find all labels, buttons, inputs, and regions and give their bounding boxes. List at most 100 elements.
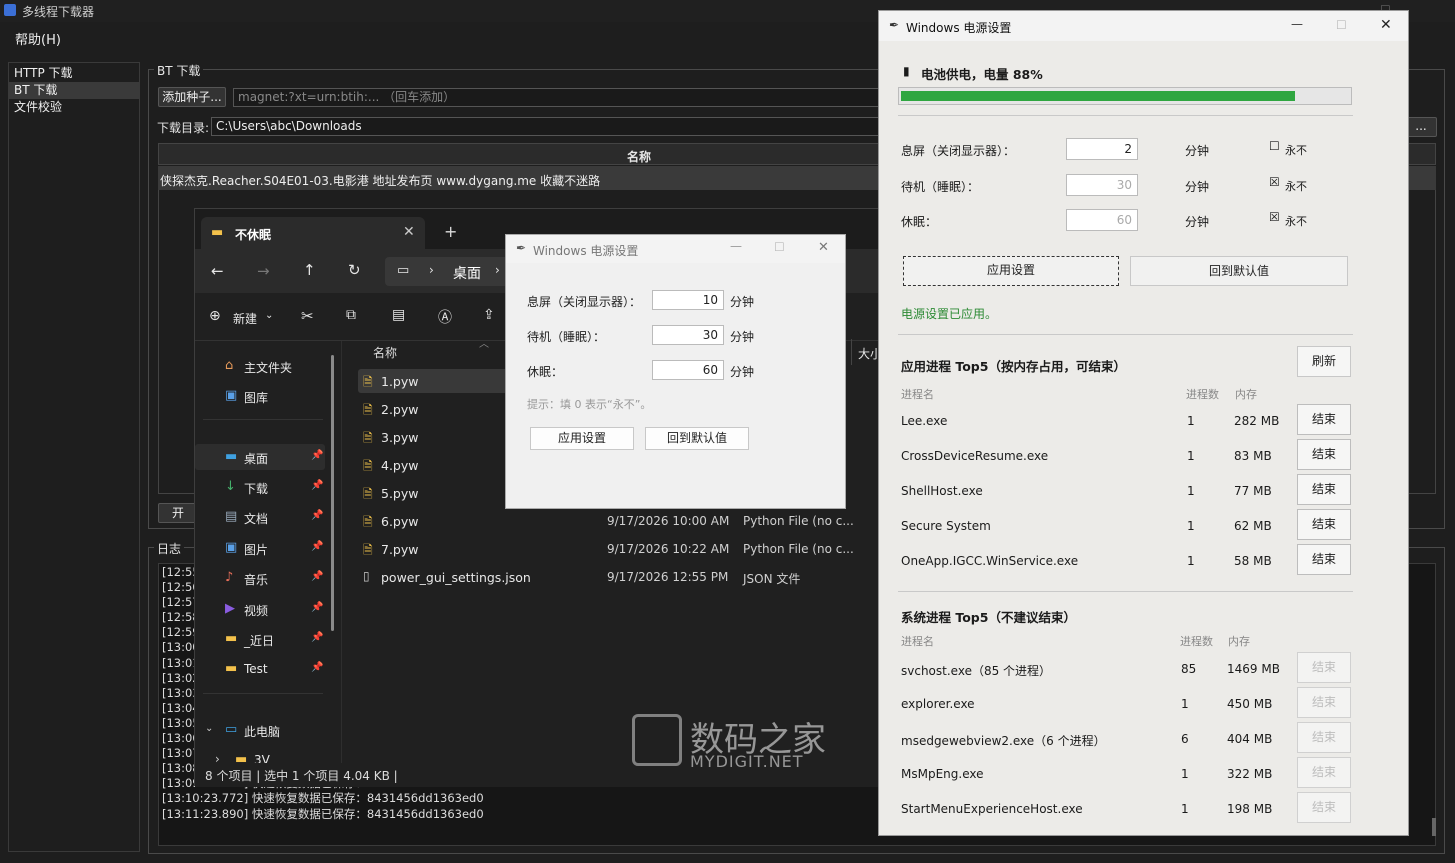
file-icon: 🗎 [363,543,373,557]
process-count: 1 [1181,802,1189,816]
cut-icon[interactable]: ✂ [301,307,314,325]
power-settings-window: ✒ Windows 电源设置 — ☐ ✕ ▮ 电池供电，电量 88% 息屏（关闭… [878,10,1409,836]
file-name: 1.pyw [381,374,419,389]
bt-group-label: BT 下载 [154,62,204,79]
folder-icon: ▬ [225,631,238,646]
add-seed-button[interactable]: 添加种子... [158,87,226,107]
pin-icon[interactable]: 📌 [311,632,323,643]
feather-icon: ✒ [516,241,527,255]
small-standby-input[interactable]: 30 [652,325,724,345]
small-hibernate-input[interactable]: 60 [652,360,724,380]
file-icon: 🗎 [363,515,373,529]
maximize-icon[interactable]: ☐ [774,240,785,254]
small-reset-button[interactable]: 回到默认值 [645,427,749,450]
process-name: ShellHost.exe [901,484,983,498]
new-button[interactable]: 新建 [233,310,257,327]
nav-http[interactable]: HTTP 下载 [9,65,139,82]
end-process-button[interactable]: 结束 [1297,687,1351,718]
new-icon[interactable]: ⊕ [209,308,221,324]
start-button[interactable]: 开 [158,503,198,523]
file-name: 4.pyw [381,458,419,473]
pin-icon[interactable]: 📌 [311,662,323,673]
close-icon[interactable]: ✕ [1380,17,1392,33]
file-row[interactable]: ▯ power_gui_settings.json 9/17/2026 12:55 … [195,565,895,589]
file-name: 5.pyw [381,486,419,501]
reset-button[interactable]: 回到默认值 [1130,256,1348,286]
app-section-header: 应用进程 Top5（按内存占用，可结束） [901,359,1126,374]
file-date: 9/17/2026 10:22 AM [607,542,730,556]
browse-button[interactable]: ... [1405,117,1437,137]
screen-input[interactable]: 2 [1066,138,1138,160]
process-memory: 62 MB [1234,519,1272,533]
menu-help[interactable]: 帮助(H) [15,29,61,48]
small-screen-input[interactable]: 10 [652,290,724,310]
back-icon[interactable]: ← [211,262,224,280]
up-icon[interactable]: ↑ [303,261,316,279]
close-icon[interactable]: ✕ [818,240,829,255]
sidebar-item-label: 视频 [244,604,269,618]
col-name-header[interactable]: 名称 [373,344,397,361]
chevron-down-icon[interactable]: ⌄ [205,723,213,734]
explorer-tab[interactable]: ▬ 不休眠 ✕ [201,217,425,249]
log-scrollbar[interactable] [1432,818,1436,836]
end-process-button[interactable]: 结束 [1297,544,1351,575]
new-tab-icon[interactable]: + [444,222,457,241]
file-date: 9/17/2026 12:55 PM [607,570,729,584]
paste-icon[interactable]: ▤ [392,307,405,323]
forward-icon[interactable]: → [257,262,270,280]
close-tab-icon[interactable]: ✕ [403,224,415,240]
maximize-icon[interactable]: ☐ [1336,18,1347,32]
unit: 分钟 [1185,180,1210,194]
small-screen-label: 息屏（关闭显示器）： [527,295,642,309]
process-count: 85 [1181,662,1197,676]
end-process-button[interactable]: 结束 [1297,439,1351,470]
chevron-down-icon: ⌄ [265,310,274,321]
file-row[interactable]: 🗎 7.pyw 9/17/2026 10:22 AM Python File (no … [195,537,895,561]
small-hint: 提示：填 0 表示“永不”。 [527,398,652,411]
sidebar-item[interactable]: ▬ _近日 📌 [195,626,325,652]
minimize-icon[interactable]: — [1291,17,1303,31]
file-icon: 🗎 [363,403,373,417]
dir-input[interactable]: C:\Users\abc\Downloads [211,117,891,136]
watermark-logo [632,714,682,766]
small-apply-button[interactable]: 应用设置 [530,427,634,450]
folder-icon: ▬ [225,661,238,676]
end-process-button[interactable]: 结束 [1297,652,1351,683]
sidebar-item[interactable]: ▬ Test 📌 [195,656,325,682]
process-name: msedgewebview2.exe（6 个进程） [901,734,1106,748]
nav-verify[interactable]: 文件校验 [9,99,139,116]
sidebar-item[interactable]: ▭ 此电脑 ⌄ [195,717,325,743]
minimize-icon[interactable]: — [730,239,742,253]
end-process-button[interactable]: 结束 [1297,474,1351,505]
end-process-button[interactable]: 结束 [1297,722,1351,753]
power-title-bar: ✒ Windows 电源设置 — ☐ ✕ [879,11,1408,41]
share-icon[interactable]: ⇪ [483,307,495,323]
file-icon: 🗎 [363,375,373,389]
refresh-icon[interactable]: ↻ [348,261,361,279]
refresh-button[interactable]: 刷新 [1297,346,1351,377]
hibernate-input[interactable]: 60 [1066,209,1138,231]
app-icon [4,4,16,16]
nav-bt[interactable]: BT 下载 [9,82,139,99]
screen-never-checkbox[interactable]: ☐ [1269,139,1280,153]
file-row[interactable]: 🗎 6.pyw 9/17/2026 10:00 AM Python File (no … [195,509,895,533]
rename-icon[interactable]: Ⓐ [438,307,452,327]
end-process-button[interactable]: 结束 [1297,404,1351,435]
never-label: 永不 [1285,180,1307,193]
standby-never-checkbox[interactable]: ☒ [1269,175,1280,189]
row-name: 侠探杰克.Reacher.S04E01-03.电影港 地址发布页 www.dyg… [160,174,601,188]
copy-icon[interactable]: ⧉ [346,307,356,323]
hibernate-never-checkbox[interactable]: ☒ [1269,210,1280,224]
end-process-button[interactable]: 结束 [1297,792,1351,823]
file-icon: 🗎 [363,487,373,501]
apply-button[interactable]: 应用设置 [903,256,1119,286]
file-type: JSON 文件 [743,572,801,586]
sort-up-icon: ︿ [479,339,489,350]
magnet-input[interactable]: magnet:?xt=urn:btih:... （回车添加） [233,88,893,107]
left-nav: HTTP 下载 BT 下载 文件校验 [8,62,140,852]
standby-input[interactable]: 30 [1066,174,1138,196]
end-process-button[interactable]: 结束 [1297,509,1351,540]
end-process-button[interactable]: 结束 [1297,757,1351,788]
sidebar-item[interactable]: ▶ 视频 📌 [195,596,325,622]
pin-icon[interactable]: 📌 [311,602,323,613]
